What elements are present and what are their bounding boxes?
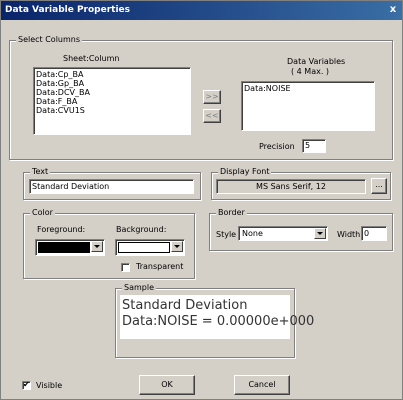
list-item[interactable]: Data:CVU1S — [34, 106, 190, 115]
text-field[interactable]: Standard Deviation — [29, 179, 194, 194]
sample-line-2: Data:NOISE = 0.00000e+000 — [122, 314, 315, 329]
border-group-label: Border — [216, 208, 247, 218]
close-button[interactable]: x — [386, 3, 400, 16]
visible-label: Visible — [36, 381, 63, 390]
add-variable-button[interactable]: >> — [203, 90, 221, 104]
title-bar[interactable]: Data Variable Properties x — [1, 1, 402, 20]
transparent-label: Transparent — [136, 262, 184, 271]
ok-button[interactable]: OK — [139, 375, 195, 395]
list-item[interactable]: Data:NOISE — [242, 84, 374, 93]
list-item[interactable]: Data:Cp_BA — [34, 70, 190, 79]
display-font-value: MS Sans Serif, 12 — [216, 179, 366, 194]
display-font-label: Display Font — [218, 167, 272, 177]
visible-checkbox[interactable]: ✔ — [22, 380, 31, 390]
sample-line-1: Standard Deviation — [122, 298, 248, 313]
background-color-dropdown[interactable] — [115, 239, 185, 256]
background-label: Background: — [116, 225, 167, 234]
list-item[interactable]: Data:DCV_BA — [34, 88, 190, 97]
background-color-swatch — [118, 242, 170, 253]
select-columns-label: Select Columns — [16, 35, 83, 45]
list-item[interactable]: Data:Gp_BA — [34, 79, 190, 88]
data-variables-list[interactable]: Data:NOISE — [241, 81, 375, 131]
sheet-column-header: Sheet:Column — [63, 54, 120, 63]
border-style-value: None — [242, 229, 263, 238]
data-variable-properties-dialog: Data Variable Properties x Select Column… — [0, 0, 403, 400]
precision-field[interactable]: 5 — [302, 139, 326, 153]
text-group-label: Text — [30, 167, 51, 177]
border-width-label: Width — [337, 230, 361, 239]
foreground-color-dropdown[interactable] — [35, 239, 105, 256]
sample-preview: Standard Deviation Data:NOISE = 0.00000e… — [120, 295, 315, 339]
chevron-down-icon[interactable] — [314, 228, 326, 239]
font-browse-button[interactable]: ... — [371, 178, 387, 194]
transparent-checkbox[interactable] — [121, 263, 130, 272]
chevron-down-icon[interactable] — [91, 241, 103, 252]
precision-label: Precision — [259, 142, 295, 151]
foreground-color-swatch — [38, 242, 90, 253]
remove-variable-button[interactable]: << — [203, 109, 221, 123]
sample-group-label: Sample — [122, 283, 156, 293]
border-width-field[interactable]: 0 — [361, 226, 387, 241]
check-mark-icon: ✔ — [23, 380, 30, 389]
border-style-label: Style — [216, 230, 237, 239]
border-style-dropdown[interactable]: None — [238, 226, 328, 241]
list-item[interactable]: Data:F_BA — [34, 97, 190, 106]
color-group-label: Color — [30, 208, 55, 218]
data-variables-max-note: ( 4 Max. ) — [291, 67, 330, 76]
foreground-label: Foreground: — [37, 225, 86, 234]
chevron-down-icon[interactable] — [171, 241, 183, 252]
cancel-button[interactable]: Cancel — [234, 375, 290, 395]
window-title: Data Variable Properties — [5, 5, 131, 15]
sheet-column-list[interactable]: Data:Cp_BA Data:Gp_BA Data:DCV_BA Data:F… — [33, 67, 191, 135]
data-variables-header: Data Variables — [287, 57, 346, 66]
